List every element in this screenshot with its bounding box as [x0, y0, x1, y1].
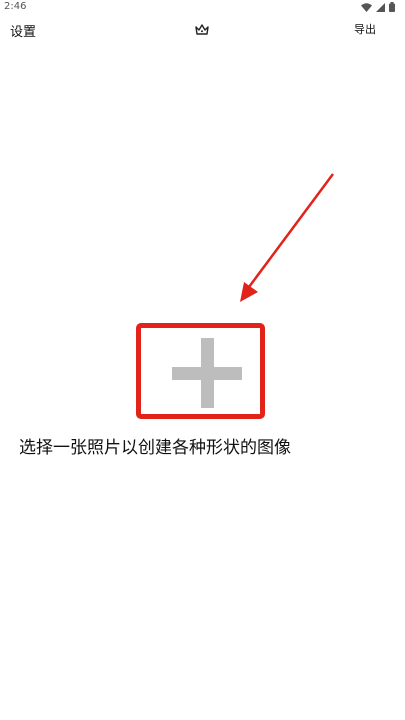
status-bar: 2:46	[0, 0, 405, 16]
wifi-icon	[361, 2, 372, 12]
signal-icon	[376, 2, 385, 12]
export-button[interactable]: 导出	[354, 21, 376, 37]
plus-icon	[172, 338, 242, 408]
status-icons	[361, 2, 395, 12]
add-photo-button[interactable]	[136, 323, 265, 419]
select-photo-hint: 选择一张照片以创建各种形状的图像	[19, 438, 291, 458]
settings-button[interactable]: 设置	[10, 21, 36, 40]
crown-icon[interactable]	[194, 22, 210, 38]
top-app-bar: 设置 导出	[0, 16, 405, 44]
battery-icon	[389, 2, 395, 12]
status-time: 2:46	[4, 1, 27, 12]
